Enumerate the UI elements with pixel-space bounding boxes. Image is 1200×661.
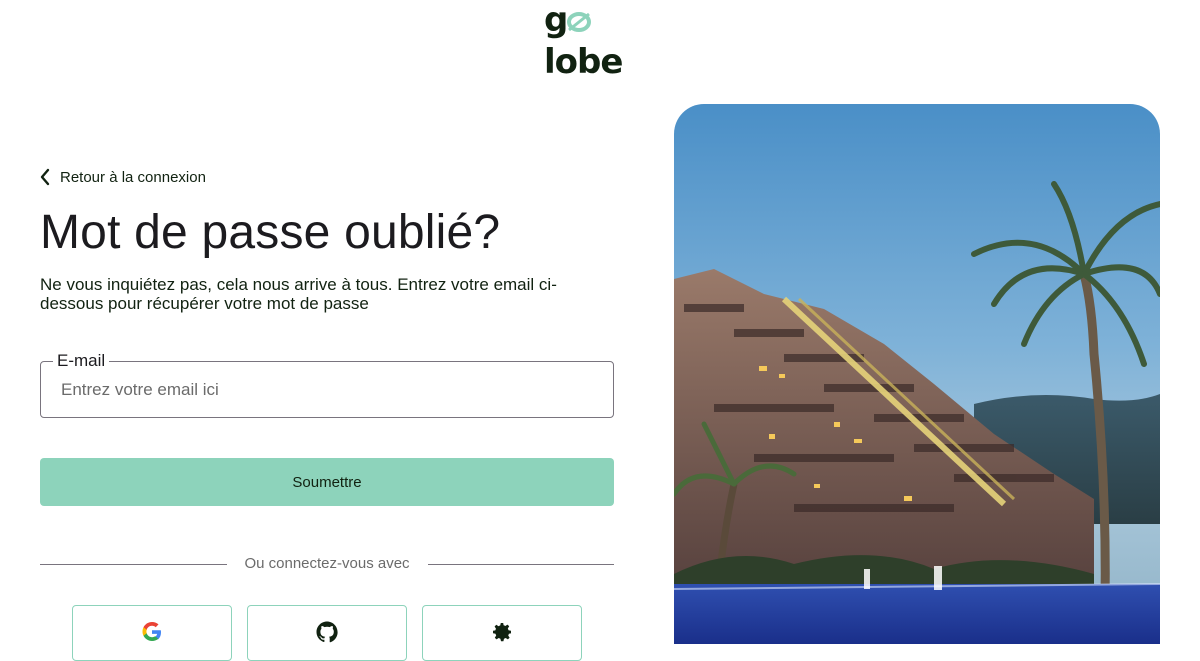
back-link-label: Retour à la connexion [60, 168, 206, 186]
google-icon [142, 622, 161, 641]
email-input[interactable] [41, 362, 613, 417]
chevron-left-icon [40, 168, 50, 186]
golobe-logo[interactable]: g lobe [544, 0, 656, 82]
page-title: Mot de passe oublié? [40, 206, 501, 259]
logo-wordmark: g lobe [544, 0, 623, 82]
sso-login-button[interactable] [422, 605, 582, 661]
submit-button[interactable]: Soumettre [40, 458, 614, 506]
email-field-container: E-mail [40, 351, 614, 418]
logo-plane-mark [567, 11, 592, 32]
gear-icon [493, 623, 512, 642]
github-icon [316, 621, 338, 643]
divider-line-right [428, 564, 614, 565]
github-login-button[interactable] [247, 605, 407, 661]
back-to-login-link[interactable]: Retour à la connexion [40, 168, 206, 186]
resort-photo [674, 104, 1160, 644]
social-login-divider: Ou connectez-vous avec [40, 554, 614, 574]
resort-hero-image [674, 104, 1160, 644]
google-login-button[interactable] [72, 605, 232, 661]
page-subtitle: Ne vous inquiétez pas, cela nous arrive … [40, 275, 557, 313]
